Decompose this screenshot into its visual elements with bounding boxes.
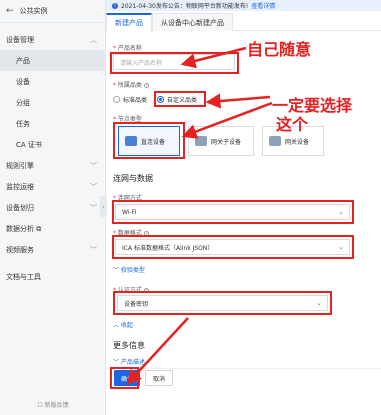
sidebar-item-label: 设备划归 bbox=[6, 203, 34, 212]
gateway-device-icon bbox=[269, 136, 281, 146]
tab-new-product[interactable]: 新建产品 bbox=[106, 13, 152, 31]
chevron-down-icon: ﹀ bbox=[90, 182, 97, 191]
chevron-up-icon: ︿ bbox=[113, 322, 121, 329]
product-name-label: * 产品名称 bbox=[113, 45, 142, 52]
back-label: 公共实例 bbox=[19, 7, 48, 15]
sidebar-collapse-handle[interactable]: ‹ bbox=[100, 196, 107, 218]
back-arrow-icon: ← bbox=[6, 6, 14, 16]
chevron-down-icon: ﹀ bbox=[90, 161, 97, 170]
radio-label: 标准品类 bbox=[123, 97, 148, 104]
section-more-title: 更多信息 bbox=[113, 341, 145, 350]
sidebar-item-device-management[interactable]: 设备管理 ︿ bbox=[0, 29, 105, 50]
feedback-link[interactable]: ☐ 新版反馈 bbox=[0, 400, 106, 409]
annotation-text-1: 自己随意 bbox=[247, 40, 312, 59]
sidebar-sub-task[interactable]: 任务 bbox=[0, 113, 105, 134]
annotation-box-network bbox=[112, 200, 354, 224]
tab-from-device-center[interactable]: 从设备中心新建产品 bbox=[152, 13, 233, 31]
category-label: * 所属品类? bbox=[113, 82, 149, 89]
annotation-box-auth bbox=[113, 291, 332, 315]
chevron-left-icon: ‹ bbox=[102, 203, 105, 211]
arrow-to-custom-category bbox=[205, 93, 271, 109]
node-type-gateway-sub-device[interactable]: 网关子设备 bbox=[188, 126, 254, 156]
product-desc-toggle[interactable]: ﹀ 产品描述 bbox=[113, 357, 145, 366]
collapse-toggle[interactable]: ︿ 收起 bbox=[113, 320, 133, 329]
annotation-box-direct-device bbox=[113, 122, 185, 159]
tab-bar: 新建产品 从设备中心新建产品 bbox=[106, 13, 381, 31]
sidebar-item-label: 视频服务 bbox=[6, 245, 34, 254]
sidebar-item-data-analysis[interactable]: 数据分析 ⧉ bbox=[0, 218, 105, 239]
sidebar-sub-group[interactable]: 分组 bbox=[0, 92, 105, 113]
sidebar-item-monitoring[interactable]: 监控运维 ﹀ bbox=[0, 176, 105, 197]
radio-standard-category[interactable]: 标准品类 bbox=[113, 95, 147, 104]
sidebar-item-rule-engine[interactable]: 规则引擎 ﹀ bbox=[0, 155, 105, 176]
feedback-label: 新版反馈 bbox=[44, 402, 69, 409]
sidebar-item-label: 文档与工具 bbox=[6, 272, 41, 281]
radio-icon bbox=[113, 96, 120, 103]
sidebar: ← 公共实例 设备管理 ︿ 产品 设备 分组 任务 CA 证书 规则引擎 ﹀ 监… bbox=[0, 0, 106, 415]
sidebar-item-label: 规则引擎 bbox=[6, 161, 34, 170]
sidebar-sub-product[interactable]: 产品 bbox=[0, 50, 105, 71]
sidebar-item-device-assign[interactable]: 设备划归 ﹀ bbox=[0, 197, 105, 218]
sidebar-item-label: 监控运维 bbox=[6, 182, 34, 191]
chevron-down-icon: ﹀ bbox=[90, 203, 97, 212]
notice-text: 2021-04-30发布公告：物联网平台新功能发布! bbox=[121, 3, 249, 10]
gateway-sub-device-icon bbox=[195, 136, 207, 146]
sidebar-item-video-service[interactable]: 视频服务 ﹀ bbox=[0, 239, 105, 260]
divider bbox=[0, 22, 105, 23]
sidebar-sub-ca-cert[interactable]: CA 证书 bbox=[0, 134, 105, 155]
notice-bar: i 2021-04-30发布公告：物联网平台新功能发布! 查看详情 bbox=[106, 0, 381, 11]
chevron-down-icon: ﹀ bbox=[90, 245, 97, 254]
sidebar-item-docs-tools[interactable]: 文档与工具 bbox=[0, 266, 105, 287]
sidebar-sub-device[interactable]: 设备 bbox=[0, 71, 105, 92]
info-icon: i bbox=[112, 2, 118, 9]
sidebar-item-label: 数据分析 ⧉ bbox=[6, 224, 42, 233]
chevron-down-icon: ﹀ bbox=[113, 267, 121, 274]
annotation-box-custom-category bbox=[154, 91, 206, 107]
notice-link[interactable]: 查看详情 bbox=[251, 1, 275, 10]
feedback-icon: ☐ bbox=[37, 402, 45, 409]
annotation-box-confirm bbox=[110, 367, 139, 389]
annotation-box-product-name bbox=[110, 52, 239, 74]
sidebar-item-label: 设备管理 bbox=[6, 35, 34, 44]
card-label: 网关设备 bbox=[285, 138, 310, 146]
chevron-up-icon: ︿ bbox=[90, 35, 97, 44]
cancel-button[interactable]: 取消 bbox=[145, 370, 173, 386]
annotation-text-3: 这个 bbox=[276, 115, 309, 134]
verify-type-toggle[interactable]: ﹀ 校验类型 bbox=[113, 265, 145, 274]
card-label: 网关子设备 bbox=[211, 138, 242, 146]
chevron-down-icon: ﹀ bbox=[113, 359, 121, 366]
annotation-box-data-format bbox=[112, 235, 354, 259]
help-icon: ? bbox=[143, 83, 149, 88]
section-network-title: 连网与数据 bbox=[113, 174, 153, 183]
back-link[interactable]: ← 公共实例 bbox=[0, 0, 105, 22]
